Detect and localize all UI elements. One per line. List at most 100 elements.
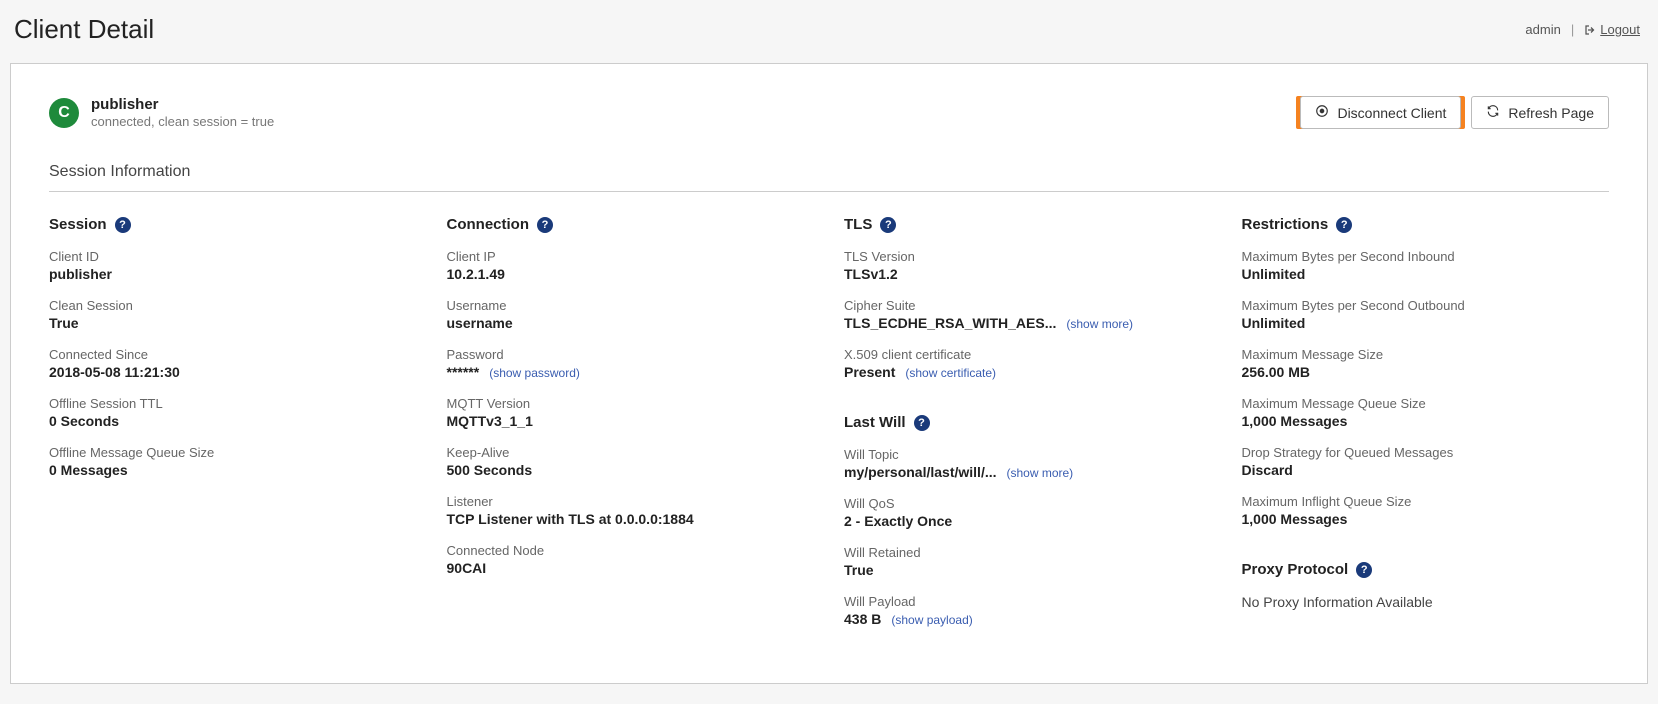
value: True <box>844 562 1212 578</box>
help-icon[interactable]: ? <box>880 217 896 233</box>
session-info-title: Session Information <box>49 163 1609 192</box>
logout-link[interactable]: Logout <box>1584 22 1640 37</box>
label: Maximum Message Size <box>1242 347 1610 362</box>
label: Will Retained <box>844 545 1212 560</box>
value: 10.2.1.49 <box>447 266 815 282</box>
value: TCP Listener with TLS at 0.0.0.0:1884 <box>447 511 815 527</box>
value: 438 B (show payload) <box>844 611 1212 627</box>
label: Cipher Suite <box>844 298 1212 313</box>
help-icon[interactable]: ? <box>1356 562 1372 578</box>
field-connected-node: Connected Node 90CAI <box>447 543 815 576</box>
field-clean-session: Clean Session True <box>49 298 417 331</box>
label: MQTT Version <box>447 396 815 411</box>
col-tls-lastwill: TLS ? TLS Version TLSv1.2 Cipher Suite T… <box>844 216 1212 643</box>
logout-label: Logout <box>1600 22 1640 37</box>
value: username <box>447 315 815 331</box>
show-payload-link[interactable]: (show payload) <box>891 613 972 627</box>
label: X.509 client certificate <box>844 347 1212 362</box>
label: Connected Since <box>49 347 417 362</box>
field-drop-strategy: Drop Strategy for Queued Messages Discar… <box>1242 445 1610 478</box>
lastwill-group-title: Last Will ? <box>844 414 1212 431</box>
value: Unlimited <box>1242 266 1610 282</box>
label: TLS Version <box>844 249 1212 264</box>
field-tls-version: TLS Version TLSv1.2 <box>844 249 1212 282</box>
label: Offline Message Queue Size <box>49 445 417 460</box>
field-will-retained: Will Retained True <box>844 545 1212 578</box>
help-icon[interactable]: ? <box>1336 217 1352 233</box>
refresh-page-button[interactable]: Refresh Page <box>1471 96 1609 129</box>
value: 0 Seconds <box>49 413 417 429</box>
field-max-msg-size: Maximum Message Size 256.00 MB <box>1242 347 1610 380</box>
field-max-inbound: Maximum Bytes per Second Inbound Unlimit… <box>1242 249 1610 282</box>
value: 0 Messages <box>49 462 417 478</box>
label: Will Topic <box>844 447 1212 462</box>
field-keep-alive: Keep-Alive 500 Seconds <box>447 445 815 478</box>
label: Password <box>447 347 815 362</box>
field-max-queue-size: Maximum Message Queue Size 1,000 Message… <box>1242 396 1610 429</box>
help-icon[interactable]: ? <box>914 415 930 431</box>
will-payload-value: 438 B <box>844 611 881 627</box>
label: Will Payload <box>844 594 1212 609</box>
value: MQTTv3_1_1 <box>447 413 815 429</box>
value: 1,000 Messages <box>1242 413 1610 429</box>
field-username: Username username <box>447 298 815 331</box>
user-area: admin | Logout <box>1525 22 1640 37</box>
help-icon[interactable]: ? <box>537 217 553 233</box>
client-subtitle: connected, clean session = true <box>91 114 274 129</box>
logout-icon <box>1584 24 1596 36</box>
col-session: Session ? Client ID publisher Clean Sess… <box>49 216 417 643</box>
will-topic-value: my/personal/last/will/... <box>844 464 997 480</box>
field-offline-queue: Offline Message Queue Size 0 Messages <box>49 445 417 478</box>
client-header: C publisher connected, clean session = t… <box>49 96 274 129</box>
value: Unlimited <box>1242 315 1610 331</box>
field-client-ip: Client IP 10.2.1.49 <box>447 249 815 282</box>
value: Present (show certificate) <box>844 364 1212 380</box>
value: True <box>49 315 417 331</box>
proxy-none-text: No Proxy Information Available <box>1242 594 1610 610</box>
label: Username <box>447 298 815 313</box>
top-bar: Client Detail admin | Logout <box>0 0 1658 55</box>
header-buttons: Disconnect Client Refresh Page <box>1300 96 1609 129</box>
refresh-label: Refresh Page <box>1508 105 1594 121</box>
field-cipher-suite: Cipher Suite TLS_ECDHE_RSA_WITH_AES... (… <box>844 298 1212 331</box>
client-name: publisher <box>91 96 274 113</box>
show-more-cipher-link[interactable]: (show more) <box>1066 317 1133 331</box>
help-icon[interactable]: ? <box>115 217 131 233</box>
current-user: admin <box>1525 22 1560 37</box>
field-connected-since: Connected Since 2018-05-08 11:21:30 <box>49 347 417 380</box>
proxy-title-text: Proxy Protocol <box>1242 561 1349 578</box>
session-group-title: Session ? <box>49 216 417 233</box>
value: 90CAI <box>447 560 815 576</box>
value: 256.00 MB <box>1242 364 1610 380</box>
show-more-topic-link[interactable]: (show more) <box>1007 466 1074 480</box>
label: Client ID <box>49 249 417 264</box>
columns: Session ? Client ID publisher Clean Sess… <box>49 216 1609 643</box>
cipher-value: TLS_ECDHE_RSA_WITH_AES... <box>844 315 1056 331</box>
label: Connected Node <box>447 543 815 558</box>
value: 2 - Exactly Once <box>844 513 1212 529</box>
field-max-inflight: Maximum Inflight Queue Size 1,000 Messag… <box>1242 494 1610 527</box>
page-title: Client Detail <box>14 14 154 45</box>
divider: | <box>1571 22 1574 37</box>
value: 500 Seconds <box>447 462 815 478</box>
field-listener: Listener TCP Listener with TLS at 0.0.0.… <box>447 494 815 527</box>
label: Maximum Message Queue Size <box>1242 396 1610 411</box>
field-password: Password ****** (show password) <box>447 347 815 380</box>
disconnect-client-button[interactable]: Disconnect Client <box>1300 96 1461 129</box>
show-password-link[interactable]: (show password) <box>489 366 580 380</box>
session-title-text: Session <box>49 216 107 233</box>
label: Maximum Inflight Queue Size <box>1242 494 1610 509</box>
lastwill-title-text: Last Will <box>844 414 906 431</box>
label: Keep-Alive <box>447 445 815 460</box>
field-will-topic: Will Topic my/personal/last/will/... (sh… <box>844 447 1212 480</box>
value: my/personal/last/will/... (show more) <box>844 464 1212 480</box>
label: Maximum Bytes per Second Inbound <box>1242 249 1610 264</box>
main-panel: C publisher connected, clean session = t… <box>10 63 1648 684</box>
field-mqtt-version: MQTT Version MQTTv3_1_1 <box>447 396 815 429</box>
show-certificate-link[interactable]: (show certificate) <box>905 366 996 380</box>
restrictions-title-text: Restrictions <box>1242 216 1329 233</box>
label: Client IP <box>447 249 815 264</box>
col-restrictions-proxy: Restrictions ? Maximum Bytes per Second … <box>1242 216 1610 643</box>
field-x509-cert: X.509 client certificate Present (show c… <box>844 347 1212 380</box>
tls-title-text: TLS <box>844 216 872 233</box>
